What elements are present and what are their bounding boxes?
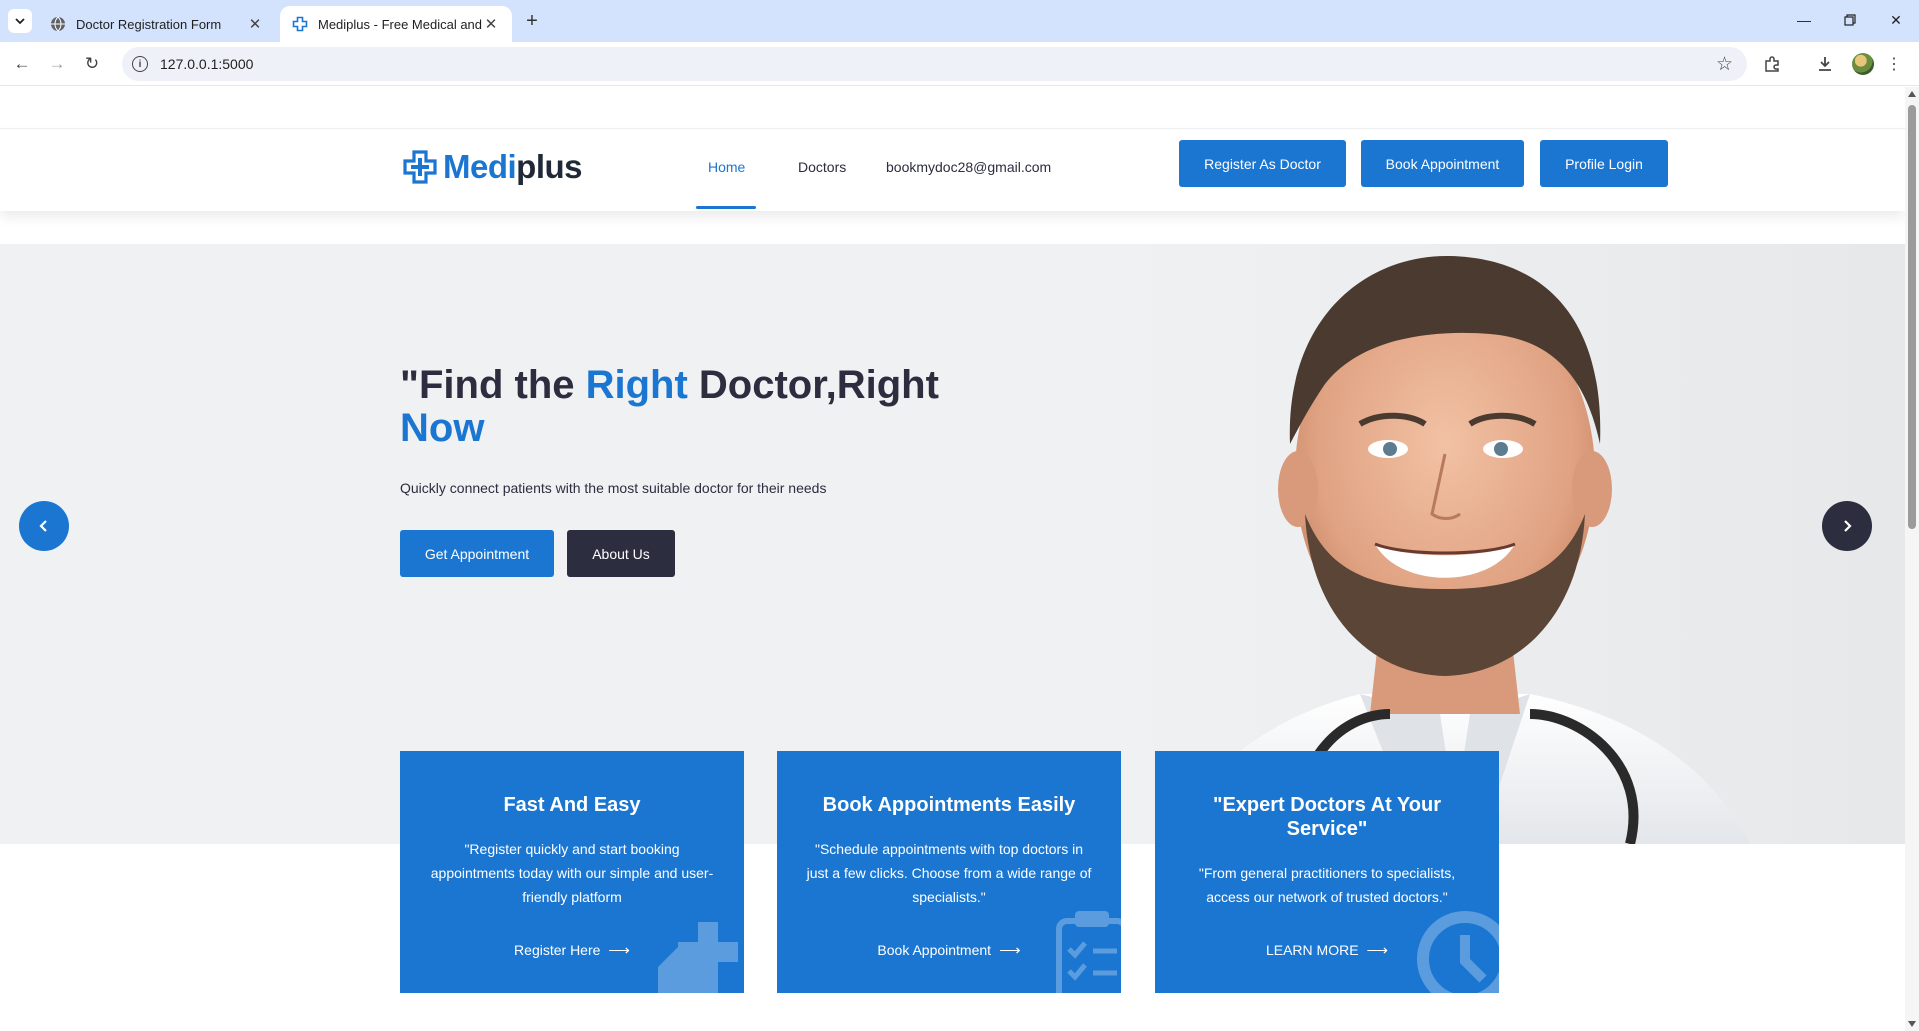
feature-card: "Expert Doctors At Your Service" "From g… [1155,751,1499,993]
feature-card-text: "Register quickly and start booking appo… [430,841,714,905]
chevron-down-icon [15,18,25,25]
hero-subtitle: Quickly connect patients with the most s… [400,480,827,496]
scrollbar-thumb[interactable] [1908,105,1916,529]
book-appointment-button[interactable]: Book Appointment [1361,140,1524,187]
page-scrollbar[interactable] [1905,87,1919,1031]
download-icon[interactable] [1813,52,1837,76]
top-strip [0,87,1905,129]
nav-active-indicator [696,206,756,209]
site-info-icon[interactable]: i [132,56,148,72]
site-header: Mediplus Home Doctors bookmydoc28@gmail.… [0,129,1905,211]
forward-arrow-icon[interactable]: → [43,50,71,78]
nav-doctors[interactable]: Doctors [798,159,846,175]
globe-icon [50,16,66,32]
scroll-up-arrow[interactable] [1908,91,1916,97]
tab-doctor-registration[interactable]: Doctor Registration Form ✕ [38,6,276,42]
about-us-button[interactable]: About Us [567,530,675,577]
restore-icon[interactable] [1827,0,1873,40]
url-text[interactable]: 127.0.0.1:5000 [160,56,253,72]
tab-search-button[interactable] [8,9,32,33]
feature-card: Book Appointments Easily "Schedule appoi… [777,751,1121,993]
back-arrow-icon[interactable]: ← [8,50,36,78]
more-menu-icon[interactable]: ⋮ [1882,52,1906,76]
page-viewport: Mediplus Home Doctors bookmydoc28@gmail.… [0,87,1905,1031]
tab-mediplus[interactable]: Mediplus - Free Medical and Doctor ✕ [280,6,512,42]
arrow-right-icon: ⟶ [1366,942,1389,959]
slider-prev-button[interactable] [19,501,69,551]
feature-cards: Fast And Easy "Register quickly and star… [400,751,1500,993]
logo-text: Mediplus [443,148,583,185]
feature-card-text: "Schedule appointments with top doctors … [806,841,1092,905]
feature-card-title: Book Appointments Easily [822,794,1076,816]
nav-email[interactable]: bookmydoc28@gmail.com [886,159,1051,175]
extensions-icon[interactable] [1760,52,1784,76]
register-as-doctor-button[interactable]: Register As Doctor [1179,140,1346,187]
browser-toolbar: ← → ↻ i 127.0.0.1:5000 ☆ ⋮ [0,42,1919,86]
nav-home[interactable]: Home [708,159,745,175]
profile-avatar[interactable] [1852,53,1874,75]
profile-login-button[interactable]: Profile Login [1540,140,1668,187]
medical-cross-icon [292,16,308,32]
chevron-right-icon [1844,520,1852,532]
window-close-icon[interactable]: ✕ [1873,0,1919,40]
new-tab-button[interactable]: + [520,9,544,33]
address-bar[interactable]: i 127.0.0.1:5000 ☆ [122,47,1747,81]
medical-cross-icon [403,150,437,184]
scroll-down-arrow[interactable] [1908,1021,1916,1027]
bookmark-star-icon[interactable]: ☆ [1716,53,1733,76]
feature-card-title: "Expert Doctors At Your Service" [1212,794,1442,840]
ambulance-icon [658,922,738,993]
feature-card-text: "From general practitioners to specialis… [1198,865,1456,905]
site-logo[interactable]: Mediplus [403,147,583,187]
tab-title: Doctor Registration Form [76,16,222,32]
tab-title: Mediplus - Free Medical and Doctor [318,16,482,32]
feature-card: Fast And Easy "Register quickly and star… [400,751,744,993]
clipboard-icon [1056,911,1121,993]
hero-title: "Find the Right Doctor,Right Now [400,363,939,450]
browser-tab-bar: Doctor Registration Form ✕ Mediplus - Fr… [0,0,1919,42]
clock-icon [1417,911,1499,993]
close-icon[interactable]: ✕ [246,15,264,33]
reload-icon[interactable]: ↻ [78,50,106,78]
arrow-right-icon: ⟶ [999,942,1021,959]
chevron-left-icon [39,520,47,532]
feature-card-title: Fast And Easy [503,794,641,816]
minimize-icon[interactable]: — [1781,0,1827,40]
get-appointment-button[interactable]: Get Appointment [400,530,554,577]
arrow-right-icon: ⟶ [608,942,630,959]
slider-next-button[interactable] [1822,501,1872,551]
close-icon[interactable]: ✕ [482,15,500,33]
